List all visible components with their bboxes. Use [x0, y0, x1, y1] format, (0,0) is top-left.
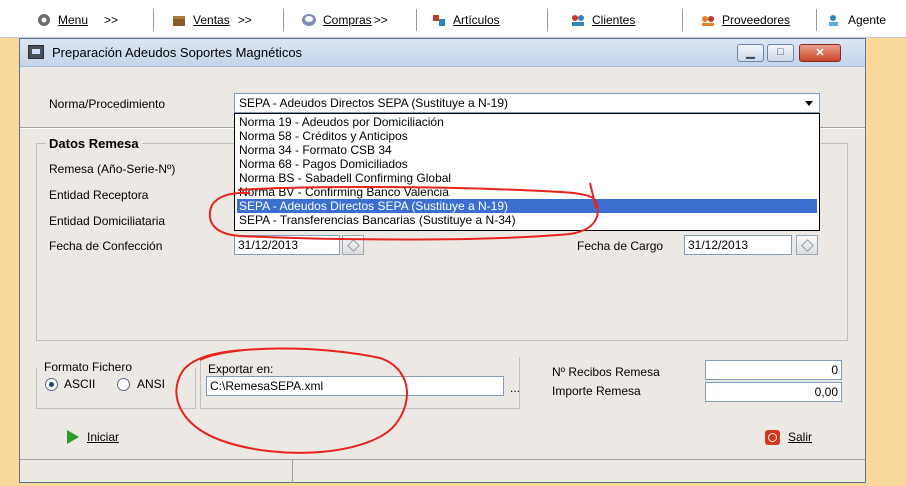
clientes-label: Clientes: [592, 13, 636, 27]
dropdown-option[interactable]: SEPA - Transferencias Bancarias (Sustitu…: [237, 213, 817, 227]
ventas-button[interactable]: Ventas >>: [171, 11, 252, 29]
window-title: Preparación Adeudos Soportes Magnéticos: [52, 45, 303, 60]
suppliers-icon: [700, 12, 716, 28]
menu-separator: [153, 9, 154, 31]
export-path-field[interactable]: C:\RemesaSEPA.xml: [206, 376, 504, 396]
formato-fichero-label: Formato Fichero: [44, 360, 133, 374]
fecha-cargo-field[interactable]: 31/12/2013: [684, 235, 792, 255]
minimize-icon: ▁: [746, 47, 755, 59]
formato-fichero-group: [36, 368, 196, 409]
articles-icon: [431, 12, 447, 28]
menu-separator: [547, 9, 548, 31]
status-divider: [292, 460, 293, 483]
compras-label: Compras: [323, 13, 372, 27]
gear-icon: [36, 12, 52, 28]
main-window: Preparación Adeudos Soportes Magnéticos …: [19, 38, 866, 483]
importe-label: Importe Remesa: [552, 384, 641, 398]
entidad-domiciliataria-label: Entidad Domiciliataria: [49, 214, 166, 228]
fecha-confeccion-label: Fecha de Confección: [49, 239, 163, 253]
menu-separator: [416, 9, 417, 31]
dropdown-option-selected[interactable]: SEPA - Adeudos Directos SEPA (Sustituye …: [237, 199, 817, 213]
fecha-cargo-label: Fecha de Cargo: [577, 239, 664, 253]
iniciar-button[interactable]: Iniciar: [67, 426, 119, 448]
dropdown-option[interactable]: Norma 34 - Formato CSB 34: [237, 143, 817, 157]
ascii-radio[interactable]: [45, 378, 58, 391]
menu-separator: [816, 9, 817, 31]
recibos-field[interactable]: 0: [705, 360, 842, 380]
agent-icon: [826, 12, 842, 28]
articulos-label: Artículos: [453, 13, 500, 27]
dropdown-option[interactable]: Norma 68 - Pagos Domiciliados: [237, 157, 817, 171]
ventas-chevron: >>: [237, 13, 252, 27]
exportar-label: Exportar en:: [208, 362, 274, 376]
maximize-button[interactable]: □: [767, 44, 794, 62]
agente-label: Agente: [848, 13, 887, 27]
menu-button[interactable]: Menu >>: [36, 11, 118, 29]
proveedores-button[interactable]: Proveedores: [700, 11, 790, 29]
clients-icon: [570, 12, 586, 28]
entidad-receptora-label: Entidad Receptora: [49, 188, 149, 202]
close-button[interactable]: ✕: [799, 44, 841, 62]
menu-chevron: >>: [104, 13, 119, 27]
ansi-radio-label: ANSI: [137, 377, 166, 391]
norma-selected-value: SEPA - Adeudos Directos SEPA (Sustituye …: [239, 96, 509, 110]
menu-separator: [283, 9, 284, 31]
compras-button[interactable]: Compras >>: [301, 11, 388, 29]
clientes-button[interactable]: Clientes: [570, 11, 635, 29]
articulos-button[interactable]: Artículos: [431, 11, 500, 29]
norma-select[interactable]: SEPA - Adeudos Directos SEPA (Sustituye …: [234, 93, 820, 113]
recibos-label: Nº Recibos Remesa: [552, 365, 660, 379]
agente-button[interactable]: Agente: [826, 11, 886, 29]
maximize-icon: □: [777, 46, 784, 58]
salir-button[interactable]: Salir: [765, 426, 812, 448]
top-menu-bar: Menu >> Ventas >> Compras >> Artículos C…: [0, 0, 906, 38]
ansi-radio[interactable]: [117, 378, 130, 391]
window-app-icon: [28, 45, 44, 59]
exit-icon: [765, 429, 780, 445]
ascii-radio-label: ASCII: [64, 377, 96, 391]
cart-icon: [301, 12, 317, 28]
dropdown-option[interactable]: Norma 58 - Créditos y Anticipos: [237, 129, 817, 143]
ventas-label: Ventas: [193, 13, 230, 27]
box-icon: [171, 12, 187, 28]
close-icon: ✕: [815, 47, 825, 59]
fecha-confeccion-picker-button[interactable]: [342, 235, 364, 255]
remesa-label: Remesa (Año-Serie-Nº): [49, 162, 176, 176]
fecha-cargo-picker-button[interactable]: [796, 235, 818, 255]
dropdown-option[interactable]: Norma BS - Sabadell Confirming Global: [237, 171, 817, 185]
compras-chevron: >>: [373, 13, 388, 27]
importe-field[interactable]: 0,00: [705, 382, 842, 402]
proveedores-label: Proveedores: [722, 13, 791, 27]
salir-label: Salir: [788, 430, 813, 444]
datos-remesa-heading: Datos Remesa: [46, 136, 142, 151]
window-titlebar: Preparación Adeudos Soportes Magnéticos …: [20, 39, 865, 67]
browse-button[interactable]: ...: [510, 381, 520, 395]
iniciar-label: Iniciar: [87, 430, 120, 444]
norma-dropdown-list: Norma 19 - Adeudos por Domiciliación Nor…: [234, 113, 820, 231]
dropdown-option[interactable]: Norma BV - Confirming Banco Valencia: [237, 185, 817, 199]
play-icon: [67, 430, 79, 444]
norma-label: Norma/Procedimiento: [49, 97, 166, 111]
menu-label: Menu: [58, 13, 89, 27]
minimize-button[interactable]: ▁: [737, 44, 764, 62]
menu-separator: [682, 9, 683, 31]
status-bar: [20, 459, 865, 483]
fecha-confeccion-field[interactable]: 31/12/2013: [234, 235, 340, 255]
dropdown-option[interactable]: Norma 19 - Adeudos por Domiciliación: [237, 115, 817, 129]
chevron-down-icon: [805, 101, 813, 106]
